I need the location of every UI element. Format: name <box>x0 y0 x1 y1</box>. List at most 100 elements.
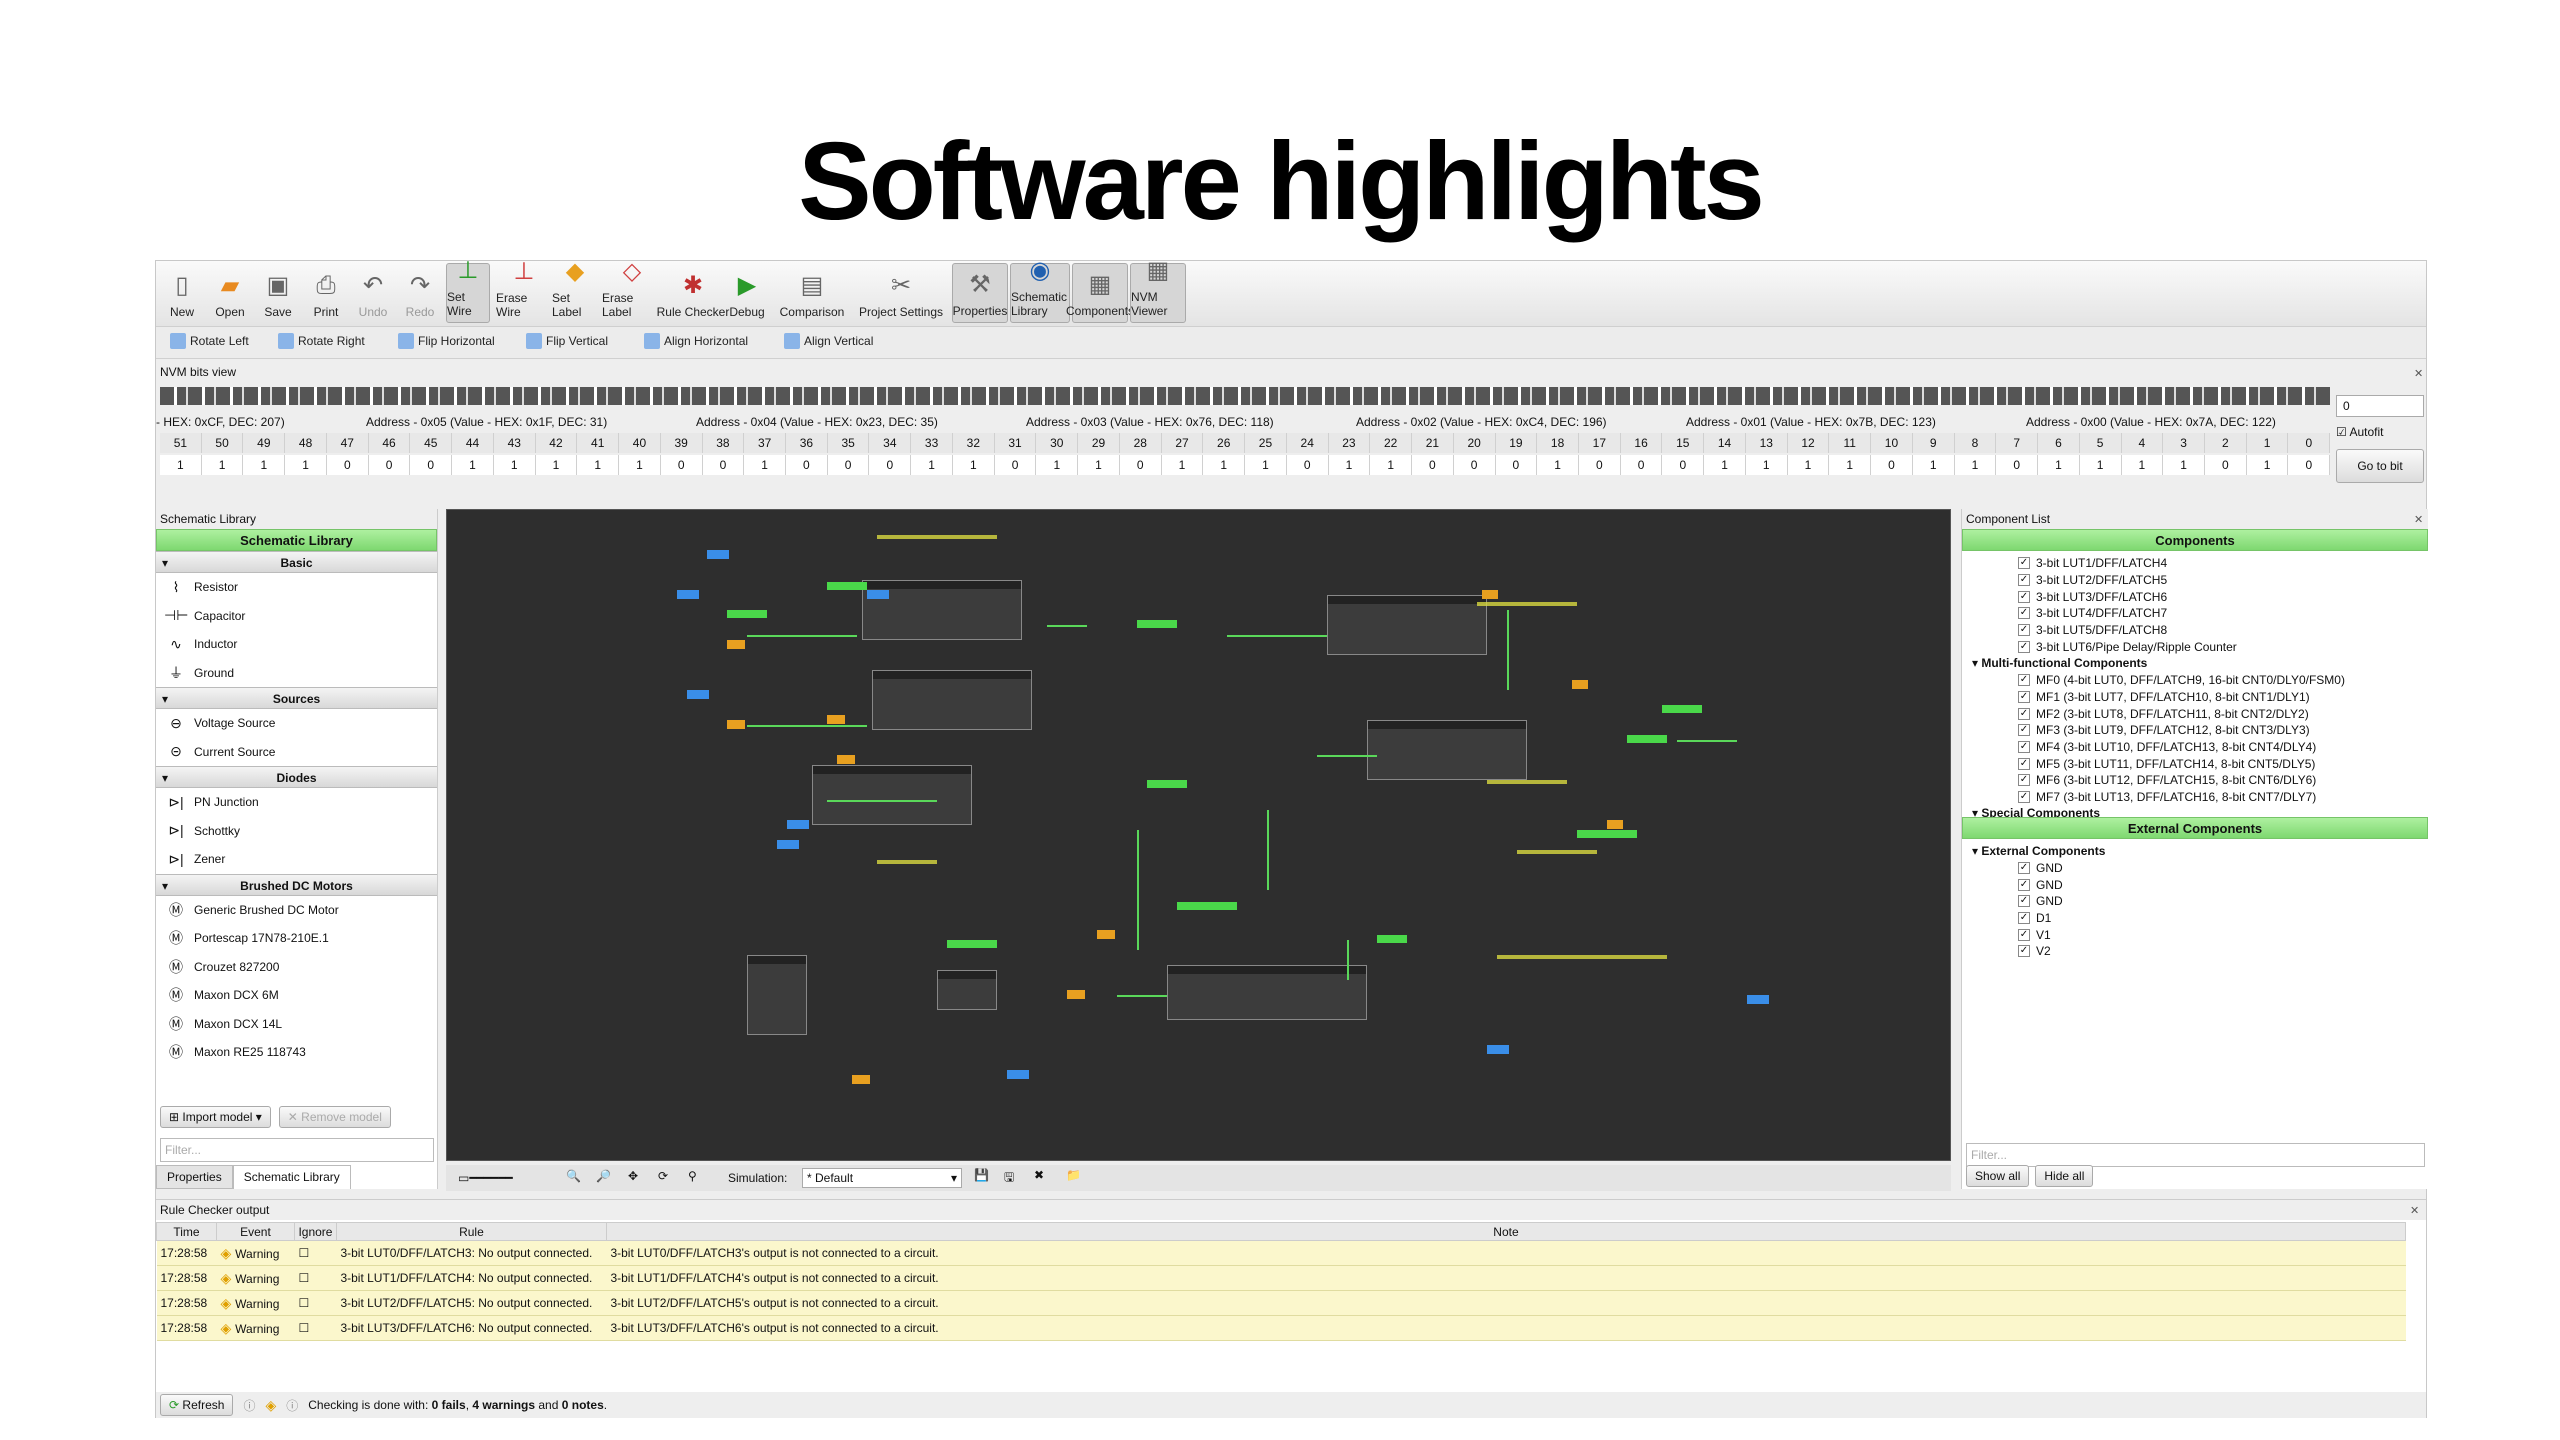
visibility-checkbox[interactable]: ✓ <box>2018 724 2030 737</box>
nvm-bit-value[interactable]: 1 <box>1537 455 1579 475</box>
component-item[interactable]: ✓ MF2 (3-bit LUT8, DFF/LATCH11, 8-bit CNT… <box>1962 705 2428 722</box>
warning-filter-icon[interactable]: ◈ <box>265 1397 276 1414</box>
debug-button[interactable]: ▶ Debug <box>726 263 768 323</box>
library-item[interactable]: ⊳| Zener <box>156 845 437 874</box>
nvm-bit-value[interactable]: 1 <box>536 455 578 475</box>
component-group[interactable]: Multi-functional Components <box>1962 655 2428 672</box>
nvm-bit-value[interactable]: 0 <box>1496 455 1538 475</box>
column-header[interactable]: Note <box>605 1222 2407 1241</box>
component-item[interactable]: ✓ D1 <box>1962 910 2428 927</box>
nvm-bit-value[interactable]: 0 <box>2288 455 2331 475</box>
visibility-checkbox[interactable]: ✓ <box>2018 774 2030 787</box>
library-item[interactable]: Ⓜ Maxon RE25 118743 <box>156 1038 437 1067</box>
save-as-simulation-icon[interactable]: 🖫 <box>1004 1168 1014 1189</box>
ignore-checkbox[interactable]: ☐ <box>298 1321 309 1335</box>
flip-horizontal-button[interactable]: Flip Horizontal <box>398 333 495 349</box>
set-wire-button[interactable]: ⊥ Set Wire <box>446 257 490 323</box>
undo-button[interactable]: ↶ Undo <box>352 263 394 323</box>
component-item[interactable]: ✓ 3-bit LUT6/Pipe Delay/Ripple Counter <box>1962 638 2428 655</box>
nvm-bit-value[interactable]: 0 <box>828 455 870 475</box>
flip-vertical-button[interactable]: Flip Vertical <box>526 333 608 349</box>
library-item[interactable]: ∿ Inductor <box>156 630 437 659</box>
component-item[interactable]: ✓ MF1 (3-bit LUT7, DFF/LATCH10, 8-bit CNT… <box>1962 689 2428 706</box>
schematic-canvas[interactable] <box>446 509 1951 1161</box>
nvm-bit-value[interactable]: 0 <box>2205 455 2247 475</box>
visibility-checkbox[interactable]: ✓ <box>2018 740 2030 753</box>
visibility-checkbox[interactable]: ✓ <box>2018 590 2030 603</box>
rule-checker-button[interactable]: ✱ Rule Checker <box>656 263 730 323</box>
nvm-bit-value[interactable]: 0 <box>1579 455 1621 475</box>
library-group-header[interactable]: Diodes <box>156 766 437 789</box>
visibility-checkbox[interactable]: ✓ <box>2018 895 2030 908</box>
component-filter-input[interactable]: Filter... <box>1966 1143 2425 1167</box>
nvm-bit-value[interactable]: 1 <box>1329 455 1371 475</box>
autofit-checkbox[interactable]: ☑ Autofit <box>2336 425 2424 439</box>
nvm-bit-value[interactable]: 1 <box>2080 455 2122 475</box>
nvm-bit-value[interactable]: 1 <box>1078 455 1120 475</box>
component-item[interactable]: ✓ 3-bit LUT2/DFF/LATCH5 <box>1962 572 2428 589</box>
project-settings-button[interactable]: ✂ Project Settings <box>856 263 946 323</box>
close-icon[interactable]: ✕ <box>2414 367 2423 380</box>
visibility-checkbox[interactable]: ✓ <box>2018 912 2030 925</box>
visibility-checkbox[interactable]: ✓ <box>2018 928 2030 941</box>
component-item[interactable]: ✓ MF5 (3-bit LUT11, DFF/LATCH14, 8-bit CN… <box>1962 755 2428 772</box>
nvm-bit-value[interactable]: 0 <box>661 455 703 475</box>
remove-model-button[interactable]: ✕ Remove model <box>278 1106 391 1128</box>
component-item[interactable]: ✓ MF0 (4-bit LUT0, DFF/LATCH9, 16-bit CNT… <box>1962 672 2428 689</box>
ignore-checkbox[interactable]: ☐ <box>298 1271 309 1285</box>
visibility-checkbox[interactable]: ✓ <box>2018 674 2030 687</box>
component-item[interactable]: ✓ MF6 (3-bit LUT12, DFF/LATCH15, 8-bit CN… <box>1962 772 2428 789</box>
components-button[interactable]: ▦ Components <box>1066 263 1134 323</box>
nvm-bit-value[interactable]: 1 <box>202 455 244 475</box>
library-item[interactable]: Ⓜ Maxon DCX 6M <box>156 981 437 1010</box>
nvm-bit-value[interactable]: 0 <box>1120 455 1162 475</box>
nvm-bit-value[interactable]: 0 <box>869 455 912 475</box>
nvm-bit-value[interactable]: 1 <box>911 455 953 475</box>
library-item[interactable]: Ⓜ Generic Brushed DC Motor <box>156 896 437 925</box>
nvm-bit-value[interactable]: 0 <box>327 455 369 475</box>
open-button[interactable]: ▰ Open <box>208 263 252 323</box>
refresh-view-icon[interactable]: ⟳ <box>658 1169 668 1183</box>
component-group[interactable]: Special Components <box>1962 805 2428 817</box>
info-filter-icon[interactable]: ⓘ <box>243 1397 255 1414</box>
visibility-checkbox[interactable]: ✓ <box>2018 690 2030 703</box>
component-item[interactable]: ✓ GND <box>1962 860 2428 877</box>
nvm-bit-value[interactable]: 1 <box>2038 455 2080 475</box>
component-item[interactable]: ✓ MF3 (3-bit LUT9, DFF/LATCH12, 8-bit CNT… <box>1962 722 2428 739</box>
refresh-button[interactable]: ⟳ Refresh <box>160 1394 234 1416</box>
properties-button[interactable]: ⚒ Properties <box>952 263 1008 323</box>
visibility-checkbox[interactable]: ✓ <box>2018 790 2030 803</box>
save-simulation-icon[interactable]: 💾 <box>974 1168 989 1182</box>
visibility-checkbox[interactable]: ✓ <box>2018 707 2030 720</box>
save-button[interactable]: ▣ Save <box>256 263 300 323</box>
nvm-bit-value[interactable]: 1 <box>953 455 995 475</box>
component-item[interactable]: ✓ V1 <box>1962 926 2428 943</box>
zoom-out-icon[interactable]: 🔎 <box>596 1169 611 1183</box>
visibility-checkbox[interactable]: ✓ <box>2018 757 2030 770</box>
nvm-bit-value[interactable]: 1 <box>744 455 787 475</box>
library-item[interactable]: Ⓜ Maxon DCX 14L <box>156 1010 437 1039</box>
align-vertical-button[interactable]: Align Vertical <box>784 333 873 349</box>
nvm-bit-value[interactable]: 1 <box>160 455 202 475</box>
nvm-bit-value[interactable]: 0 <box>1871 455 1913 475</box>
table-row[interactable]: 17:28:58 ◈ Warning ☐ 3-bit LUT1/DFF/LATCH4:… <box>156 1265 2406 1291</box>
nvm-bit-value[interactable]: 1 <box>1788 455 1830 475</box>
comparison-button[interactable]: ▤ Comparison <box>776 263 848 323</box>
simulation-select[interactable]: * Default ▾ <box>802 1168 962 1188</box>
close-icon[interactable]: ✕ <box>2410 1204 2419 1217</box>
nvm-bit-value[interactable]: 1 <box>494 455 536 475</box>
visibility-checkbox[interactable]: ✓ <box>2018 862 2030 875</box>
nvm-bit-value[interactable]: 0 <box>369 455 411 475</box>
align-horizontal-button[interactable]: Align Horizontal <box>644 333 748 349</box>
probe-icon[interactable]: ⚲ <box>688 1169 697 1183</box>
fit-view-icon[interactable]: ✥ <box>628 1169 638 1183</box>
library-item[interactable]: ⊳| Schottky <box>156 817 437 846</box>
set-label-button[interactable]: ◆ Set Label <box>552 258 598 323</box>
visibility-checkbox[interactable]: ✓ <box>2018 640 2030 653</box>
show-all-button[interactable]: Show all <box>1966 1165 2030 1187</box>
zoom-slider[interactable]: ▭━━━━━━ <box>458 1171 513 1185</box>
column-header[interactable]: Time <box>156 1222 217 1241</box>
visibility-checkbox[interactable]: ✓ <box>2018 574 2030 587</box>
nvm-bit-value[interactable]: 1 <box>1955 455 1997 475</box>
tab-schematic-library[interactable]: Schematic Library <box>232 1165 351 1189</box>
